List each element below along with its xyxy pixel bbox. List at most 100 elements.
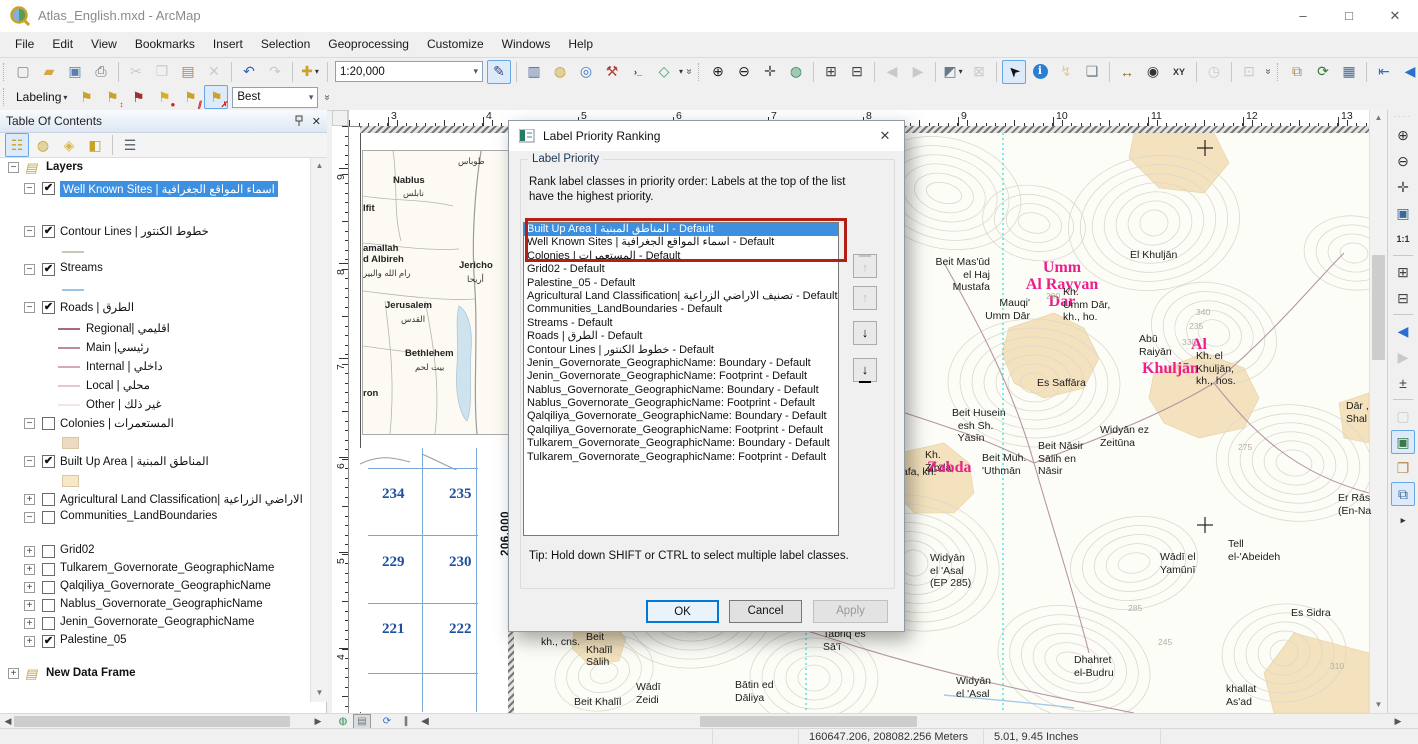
layout-pan-button[interactable]: ✛ [1391,175,1415,199]
tools-toolbar-overflow-button[interactable]: » [1263,66,1274,78]
toc-data-frame-row[interactable]: + ▤ New Data Frame [0,664,310,686]
menu-bookmarks[interactable]: Bookmarks [126,32,204,57]
layer-visibility-checkbox[interactable] [42,493,55,506]
label-priority-list-item[interactable]: Nablus_Governorate_GeographicName: Footp… [524,397,838,410]
label-priority-list-item[interactable]: Nablus_Governorate_GeographicName: Bound… [524,384,838,397]
label-priority-listbox[interactable]: Built Up Area | المناطق المبنية - Defaul… [523,222,839,536]
change-layout-button[interactable]: ❐ [1391,456,1415,480]
map-hscroll-thumb[interactable] [700,716,917,727]
list-by-drawing-order-button[interactable]: ☷ [5,133,29,157]
expand-icon[interactable]: + [24,636,35,647]
label-priority-list-item[interactable]: Streams - Default [524,317,838,330]
save-button[interactable]: ▣ [63,60,87,84]
map-scroll-right-icon[interactable]: ▶ [1392,714,1404,728]
menu-view[interactable]: View [82,32,126,57]
label-priority-list-item[interactable]: Tulkarem_Governorate_GeographicName: Foo… [524,451,838,464]
print-button[interactable]: ⎙ [89,60,113,84]
ddp-previous-page-button[interactable]: ◀ [1398,60,1418,84]
minimize-button[interactable]: – [1280,0,1326,32]
new-map-file-button[interactable]: ▢ [11,60,35,84]
maximize-button[interactable]: □ [1326,0,1372,32]
toc-layer-row[interactable]: + Qalqiliya_Governorate_GeographicName [0,579,310,597]
view-unplaced-labels-button[interactable]: ⚑ ✗ [204,85,229,109]
move-down-button[interactable]: ↓ [853,321,877,345]
layout-zoom-100-button[interactable]: 1:1 [1391,227,1415,251]
menu-customize[interactable]: Customize [418,32,493,57]
toc-layer-row[interactable]: + ✔ Palestine_05 [0,633,310,651]
dialog-close-icon[interactable]: ✕ [874,126,896,146]
add-data-button[interactable]: ✚ ▾ [298,60,322,84]
layer-visibility-checkbox[interactable]: ✔ [42,225,55,238]
close-button[interactable]: ✕ [1372,0,1418,32]
layer-visibility-checkbox[interactable] [42,563,55,576]
expand-icon[interactable]: + [24,546,35,557]
list-by-source-button[interactable]: ◍ [31,133,55,157]
ddp-refresh-button[interactable]: ⟳ [1311,60,1335,84]
layout-zoom-in-button[interactable]: ⊕ [1391,123,1415,147]
map-vscroll-thumb[interactable] [1372,255,1385,360]
map-scale-combo[interactable]: 1:20,000 ▾ [335,61,483,82]
toc-layer-row[interactable]: + Tulkarem_Governorate_GeographicName [0,561,310,579]
toc-layer-row[interactable]: − ✔ Roads | الطرق [0,299,310,320]
toc-layer-row[interactable]: + Jenin_Governorate_GeographicName [0,615,310,633]
zoom-in-tool[interactable]: ⊕ [706,60,730,84]
schematics-dropdown-button[interactable]: ▾ [679,67,683,76]
toc-data-frame-row[interactable]: − ▤ Layers [0,158,310,180]
html-popup-tool[interactable]: ❏ [1080,60,1104,84]
expand-icon[interactable]: + [8,668,19,679]
dialog-title-bar[interactable]: Label Priority Ranking [509,121,904,151]
toc-options-button[interactable]: ☰ [118,133,142,157]
menu-edit[interactable]: Edit [43,32,82,57]
pan-tool[interactable]: ✛ [758,60,782,84]
toc-legend-row[interactable]: Other | غير ذلك [0,396,310,415]
toc-legend-row[interactable]: Local | محلي [0,377,310,396]
layout-zoom-whole-page-button[interactable]: ▣ [1391,201,1415,225]
measure-tool[interactable]: ↔ [1115,60,1139,84]
data-driven-pages-button[interactable]: ⧉ [1391,482,1415,506]
toc-vertical-scrollbar[interactable]: ▲ ▼ [310,158,328,702]
standard-toolbar-overflow-button[interactable]: » [684,66,695,78]
find-tool[interactable]: ◉ [1141,60,1165,84]
layer-visibility-checkbox[interactable] [42,599,55,612]
toc-layer-row[interactable]: + Nablus_Governorate_GeographicName [0,597,310,615]
data-driven-pages-setup-button[interactable]: ⧉ [1285,60,1309,84]
identify-tool[interactable]: ℹ [1028,60,1052,84]
label-priority-list-item[interactable]: Roads | الطرق - Default [524,330,838,343]
paste-button[interactable]: ▤ [176,60,200,84]
full-extent-button[interactable]: ◍ [784,60,808,84]
select-elements-tool[interactable]: ➤ [1002,59,1027,84]
label-engine-quality-combo[interactable]: Best ▾ [232,86,319,108]
layer-visibility-checkbox[interactable]: ✔ [42,635,55,648]
lock-labels-button[interactable]: ⚑ ● [152,85,176,110]
toc-layer-row[interactable]: − ✔ Built Up Area | المناطق المبنية [0,453,310,473]
undo-button[interactable]: ↶ [237,60,261,84]
open-file-button[interactable]: ▰ [37,60,61,84]
label-priority-list-item[interactable]: Agricultural Land Classification| تصنيف … [524,290,838,303]
toc-layer-row[interactable]: − Colonies | المستعمرات [0,415,310,435]
ddp-page-table-button[interactable]: ▦ [1337,60,1361,84]
layout-zoom-out-button[interactable]: ⊖ [1391,149,1415,173]
layer-visibility-checkbox[interactable]: ✔ [42,455,55,468]
collapse-icon[interactable]: − [24,456,35,467]
toc-layer-row[interactable]: − ✔ Contour Lines | خطوط الكنتور [0,223,310,244]
collapse-icon[interactable]: − [8,162,19,173]
layer-visibility-checkbox[interactable] [42,511,55,524]
arctoolbox-window-button[interactable]: ⚒ [600,60,624,84]
move-to-bottom-button[interactable]: ↓ [853,358,877,383]
label-weight-ranking-button[interactable]: ⚑ [126,85,150,109]
label-priority-list-item[interactable]: Jenin_Governorate_GeographicName: Footpr… [524,370,838,383]
grid-index-frame[interactable]: 234 235 229 230 221 222 [360,448,478,712]
layer-visibility-checkbox[interactable]: ✔ [42,182,55,195]
menu-help[interactable]: Help [559,32,602,57]
expand-icon[interactable]: + [24,494,35,505]
cancel-button[interactable]: Cancel [729,600,802,623]
focus-data-frame-button[interactable]: ▣ [1391,430,1415,454]
collapse-icon[interactable]: − [24,418,35,429]
toc-data-frame-row[interactable]: −▤New Data Frame 2 [0,699,310,702]
toc-layer-row[interactable]: − ✔ Streams [0,261,310,282]
toc-layer-row[interactable]: + Agricultural Land Classification| الارا… [0,491,310,509]
fixed-zoom-in-button[interactable]: ⊞ [819,60,843,84]
layer-visibility-checkbox[interactable]: ✔ [42,301,55,314]
collapse-icon[interactable]: − [24,302,35,313]
go-to-xy-tool[interactable]: XY [1167,60,1191,84]
